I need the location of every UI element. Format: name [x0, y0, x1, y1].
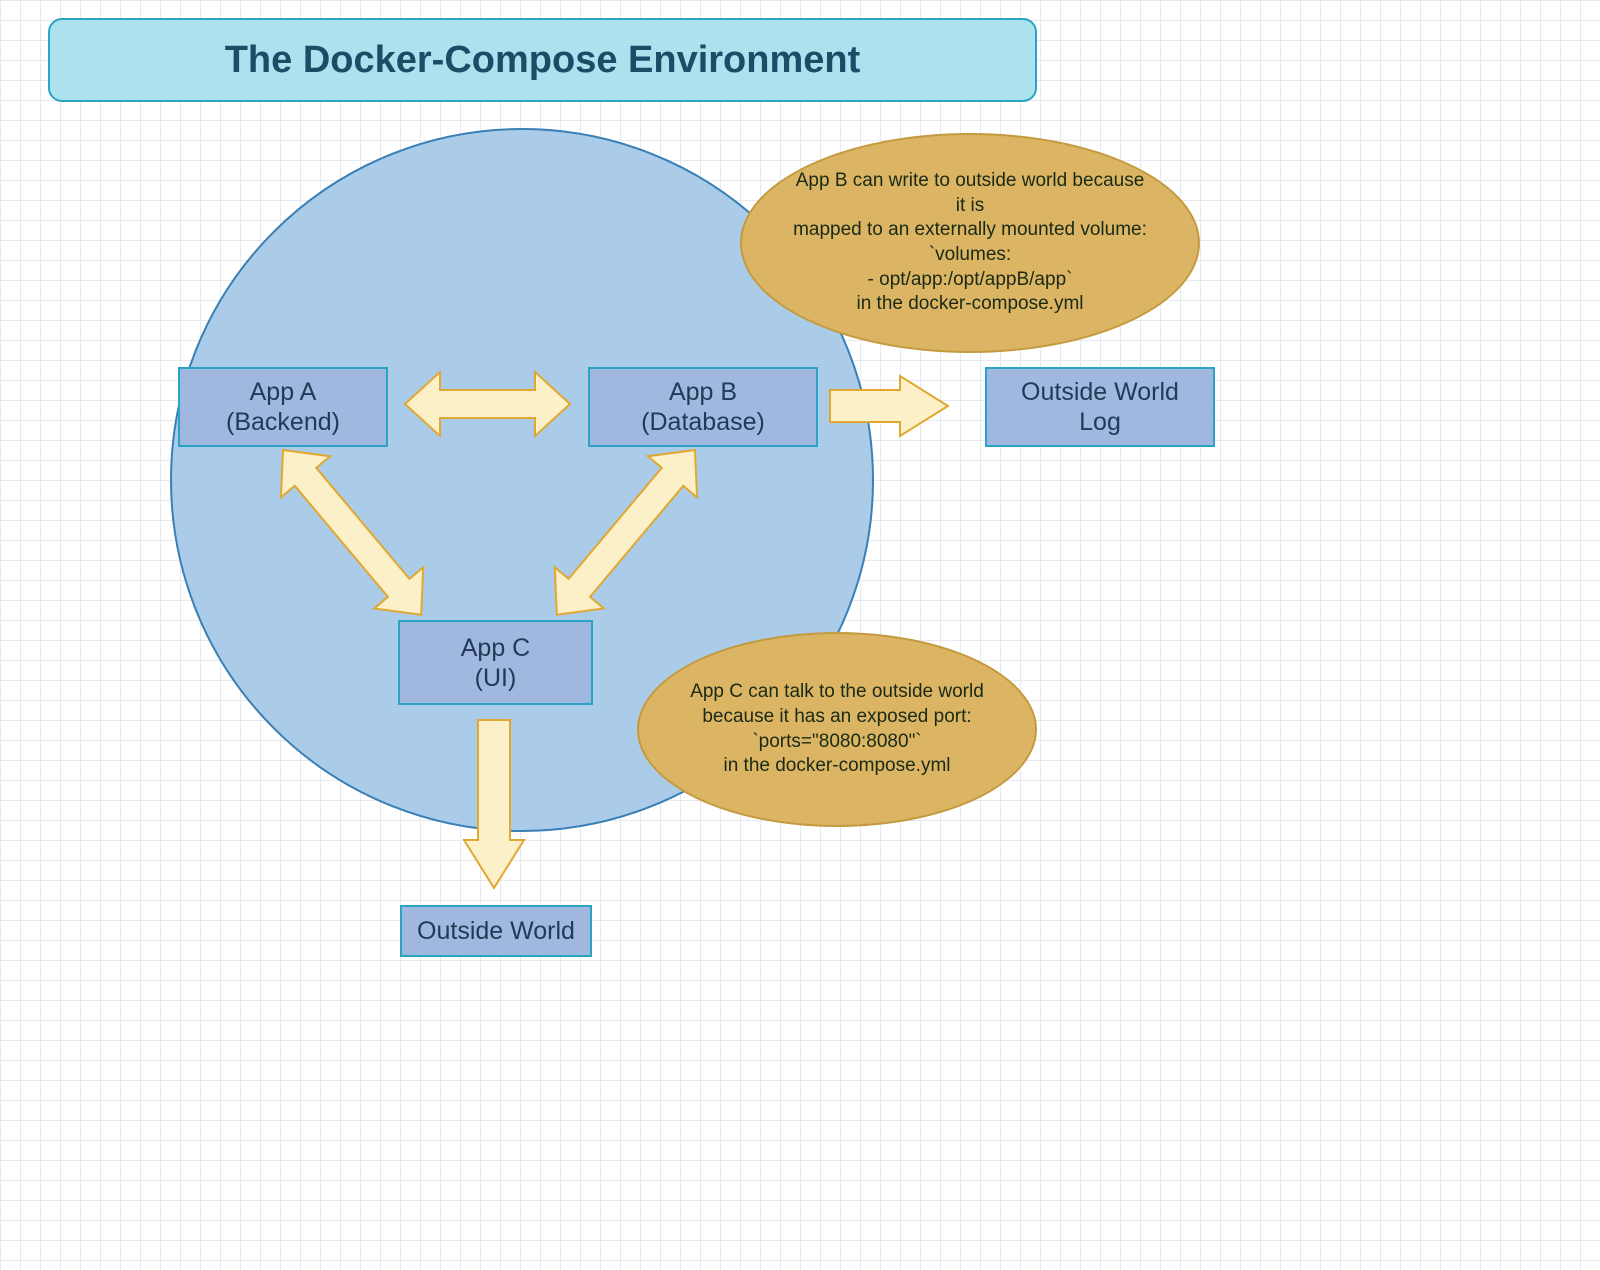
- node-app-c: App C (UI): [398, 620, 593, 705]
- callout-app-b: App B can write to outside world because…: [740, 133, 1200, 353]
- node-outside-world: Outside World: [400, 905, 592, 957]
- node-app-b: App B (Database): [588, 367, 818, 447]
- node-app-a: App A (Backend): [178, 367, 388, 447]
- diagram-title: The Docker-Compose Environment: [48, 18, 1037, 102]
- callout-app-c: App C can talk to the outside world beca…: [637, 632, 1037, 827]
- node-outside-world-log: Outside World Log: [985, 367, 1215, 447]
